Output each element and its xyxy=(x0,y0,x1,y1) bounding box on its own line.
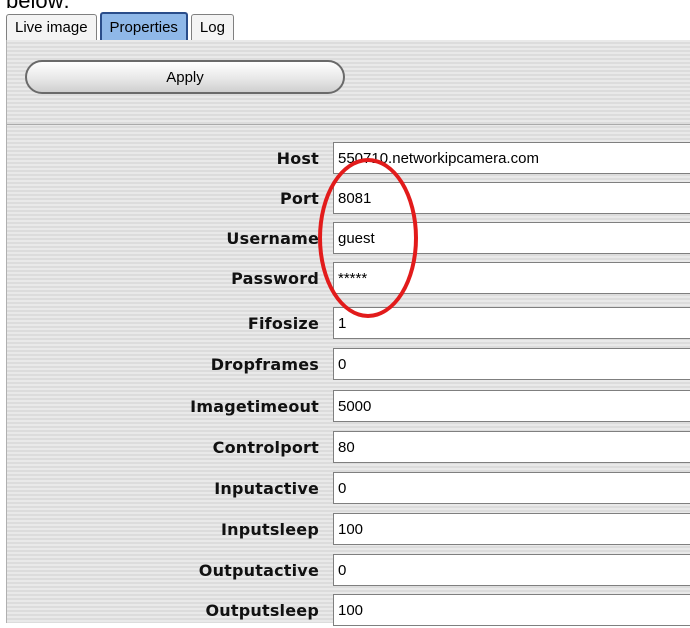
fifosize-label: Fifosize xyxy=(247,313,319,333)
property-row-password: Password xyxy=(7,260,690,296)
apply-button[interactable]: Apply xyxy=(25,60,345,94)
controlport-label: Controlport xyxy=(212,437,319,457)
fifosize-field[interactable] xyxy=(333,307,690,339)
host-field[interactable] xyxy=(333,142,690,174)
divider xyxy=(7,124,690,125)
outputactive-field[interactable] xyxy=(333,554,690,586)
port-label: Port xyxy=(279,188,319,208)
dropframes-label: Dropframes xyxy=(210,354,319,374)
inputsleep-field[interactable] xyxy=(333,513,690,545)
tab-bar: Live image Properties Log xyxy=(6,12,690,40)
inputsleep-label: Inputsleep xyxy=(221,519,319,539)
toolbar: Apply xyxy=(7,40,690,122)
password-label: Password xyxy=(231,268,319,288)
outputsleep-field[interactable] xyxy=(333,594,690,626)
inputactive-field[interactable] xyxy=(333,472,690,504)
property-row-imagetimeout: Imagetimeout xyxy=(7,388,690,424)
tab-properties[interactable]: Properties xyxy=(99,12,188,40)
property-row-username: Username xyxy=(7,220,690,256)
host-label: Host xyxy=(276,148,319,168)
username-field[interactable] xyxy=(333,222,690,254)
property-row-host: Host xyxy=(7,140,690,176)
imagetimeout-label: Imagetimeout xyxy=(190,396,319,416)
property-row-outputactive: Outputactive xyxy=(7,552,690,588)
property-row-inputactive: Inputactive xyxy=(7,470,690,506)
property-row-port: Port xyxy=(7,180,690,216)
username-label: Username xyxy=(226,228,319,248)
property-row-inputsleep: Inputsleep xyxy=(7,511,690,547)
tab-live-image[interactable]: Live image xyxy=(6,14,97,40)
properties-panel: Apply Host Port Username Password Fifosi… xyxy=(6,40,690,626)
tab-log[interactable]: Log xyxy=(190,14,234,40)
imagetimeout-field[interactable] xyxy=(333,390,690,422)
controlport-field[interactable] xyxy=(333,431,690,463)
port-field[interactable] xyxy=(333,182,690,214)
property-row-dropframes: Dropframes xyxy=(7,346,690,382)
outputactive-label: Outputactive xyxy=(198,560,319,580)
password-field[interactable] xyxy=(333,262,690,294)
property-row-controlport: Controlport xyxy=(7,429,690,465)
property-row-fifosize: Fifosize xyxy=(7,305,690,341)
dropframes-field[interactable] xyxy=(333,348,690,380)
inputactive-label: Inputactive xyxy=(214,478,319,498)
